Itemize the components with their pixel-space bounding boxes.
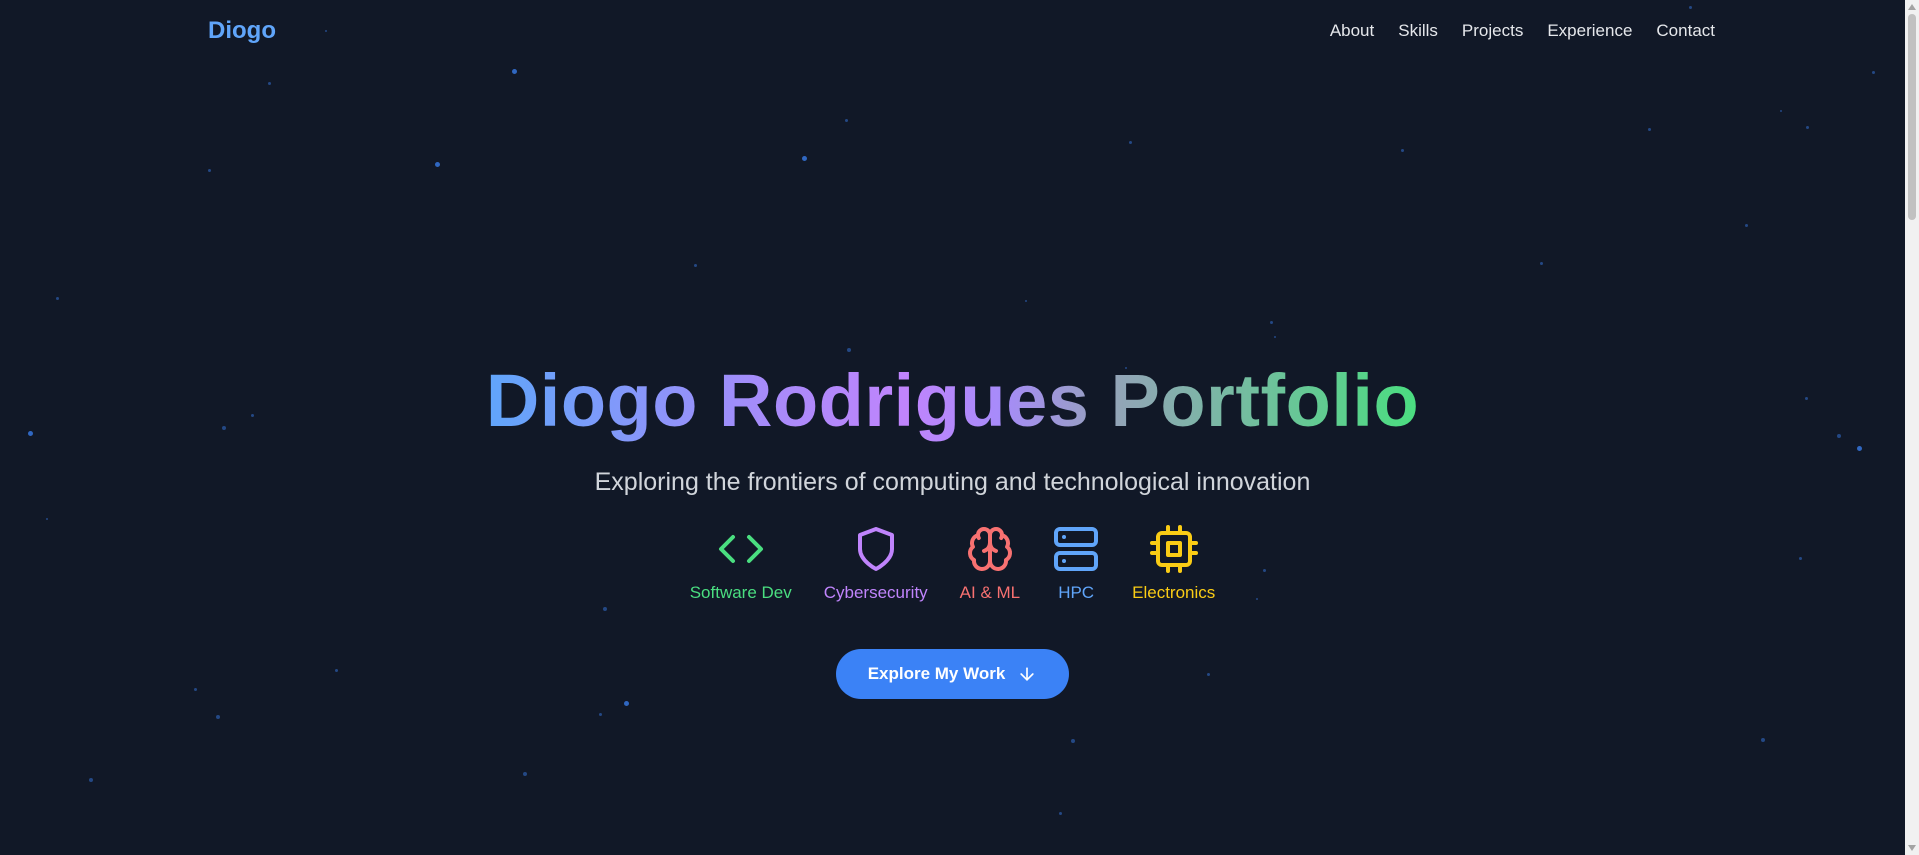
- cpu-icon: [1149, 525, 1198, 573]
- domain-software-dev[interactable]: Software Dev: [690, 525, 792, 603]
- page-viewport: Diogo About Skills Projects Experience C…: [0, 0, 1905, 855]
- hero-subtitle: Exploring the frontiers of computing and…: [594, 468, 1311, 496]
- page-scrollbar[interactable]: [1905, 0, 1919, 855]
- scrollbar-thumb[interactable]: [1908, 14, 1916, 220]
- hero-section: Diogo Rodrigues Portfolio Exploring the …: [0, 0, 1905, 855]
- hero-title: Diogo Rodrigues Portfolio: [485, 359, 1420, 442]
- domain-label: HPC: [1058, 583, 1095, 602]
- domain-list: Software Dev Cybersecurity AI & ML HPC E…: [690, 525, 1215, 603]
- server-icon: [1054, 527, 1099, 571]
- shield-icon: [857, 527, 894, 571]
- domain-label: Software Dev: [689, 583, 792, 602]
- explore-work-button[interactable]: Explore My Work: [835, 649, 1070, 699]
- domain-label: Electronics: [1132, 583, 1216, 602]
- code-icon: [718, 535, 763, 563]
- domain-cybersecurity[interactable]: Cybersecurity: [824, 525, 928, 603]
- domain-electronics[interactable]: Electronics: [1132, 525, 1215, 603]
- arrow-down-icon: [1020, 667, 1034, 681]
- domain-label: AI & ML: [959, 583, 1021, 602]
- brain-icon: [967, 527, 1012, 571]
- scroll-up-arrow-icon[interactable]: [1905, 0, 1919, 14]
- scroll-down-arrow-icon[interactable]: [1905, 841, 1919, 855]
- domain-label: Cybersecurity: [823, 583, 928, 602]
- domain-ai-ml[interactable]: AI & ML: [960, 525, 1020, 603]
- domain-hpc[interactable]: HPC: [1052, 525, 1100, 603]
- explore-work-label: Explore My Work: [867, 664, 1006, 683]
